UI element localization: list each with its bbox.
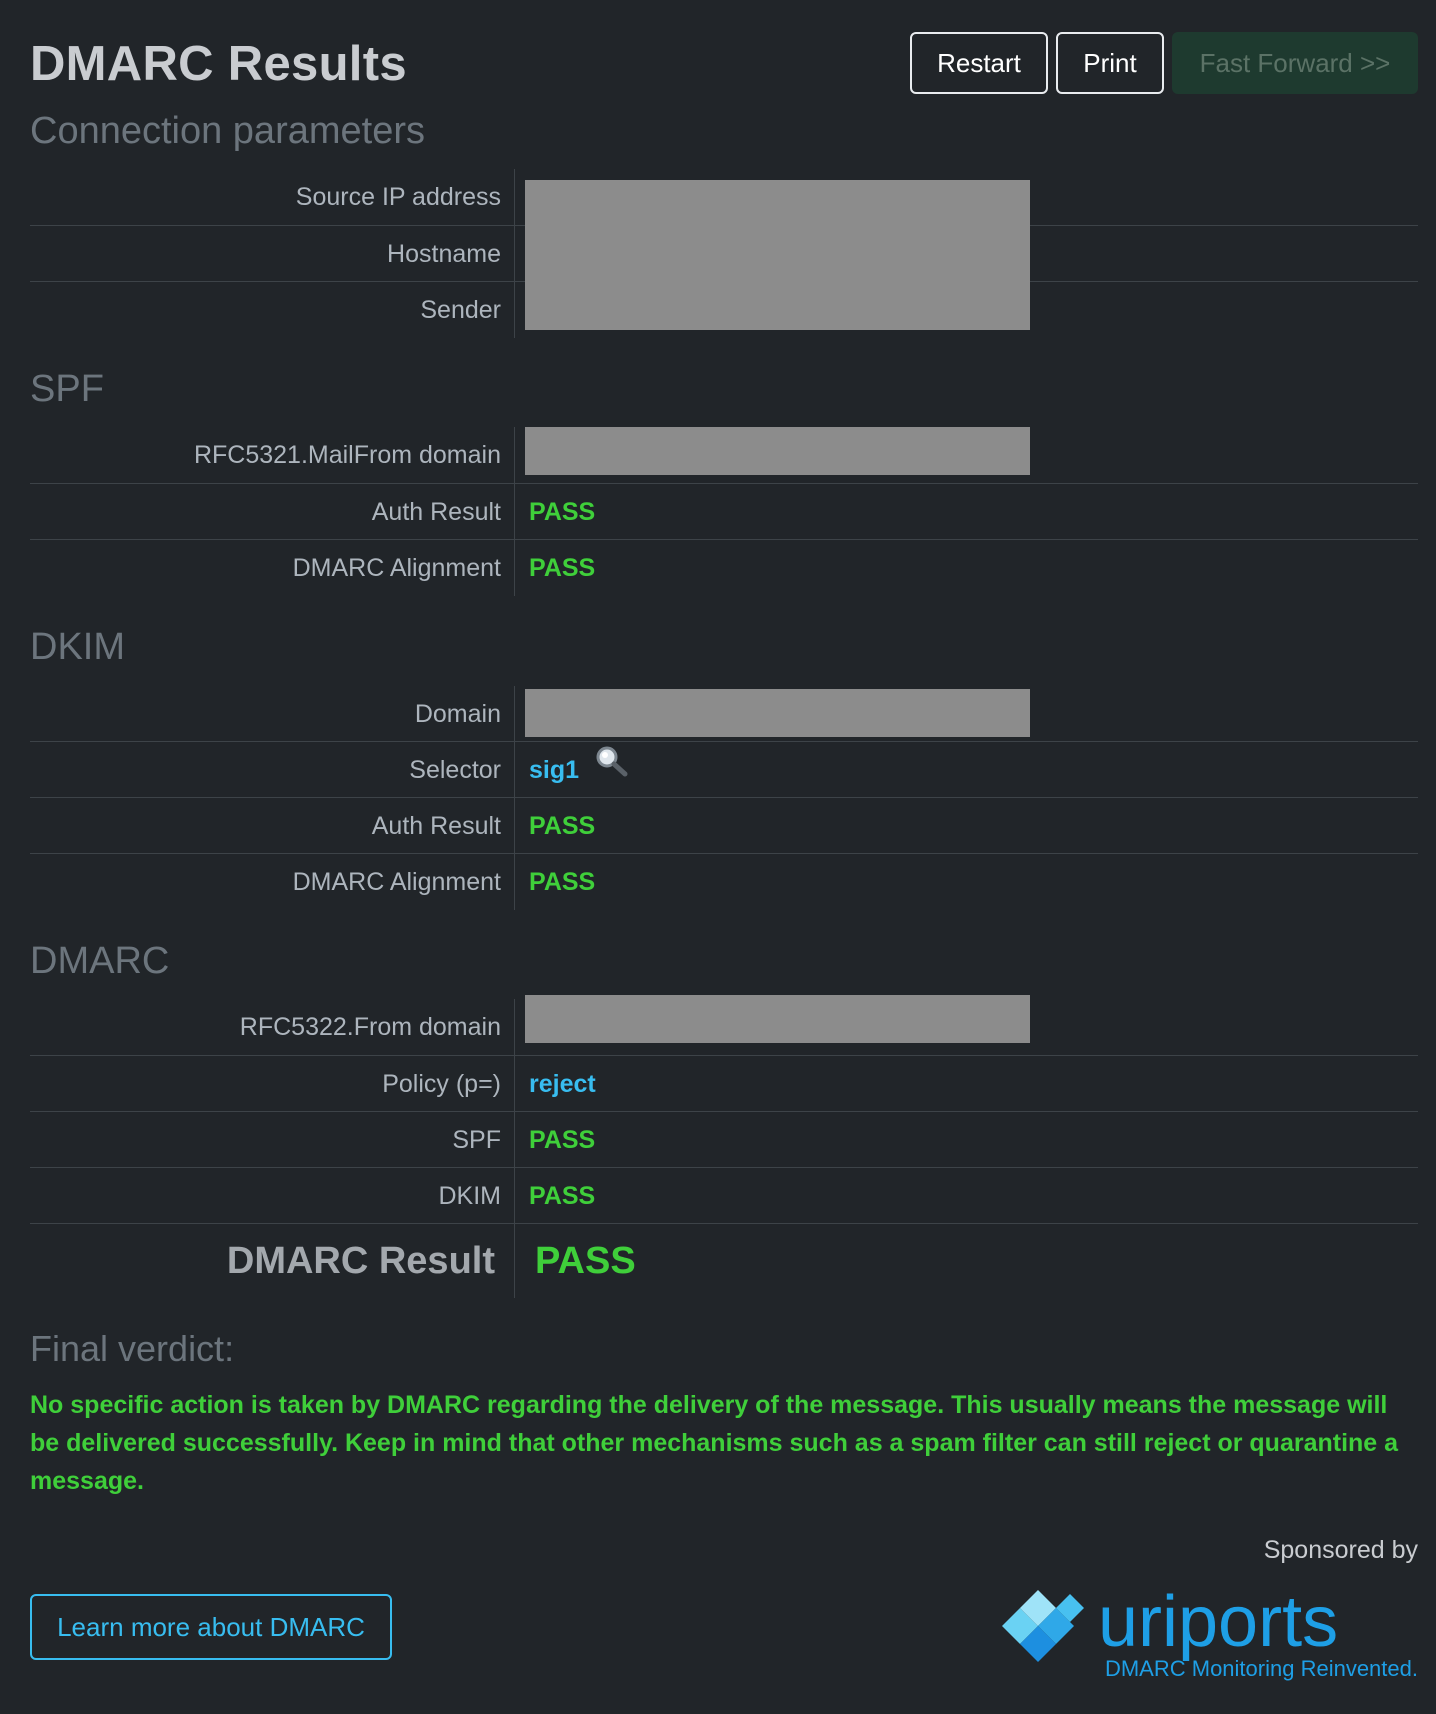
row-dmarc-from: RFC5322.From domain: [30, 995, 1418, 1055]
row-label: Auth Result: [371, 498, 501, 526]
divider: [514, 798, 515, 854]
divider: [514, 854, 515, 910]
uriports-wordmark: uriports: [1098, 1582, 1338, 1662]
magnifier-icon[interactable]: [594, 741, 628, 797]
row-label: Auth Result: [371, 812, 501, 840]
selector-link[interactable]: sig1: [529, 756, 579, 784]
connection-heading: Connection parameters: [30, 110, 425, 152]
page-title: DMARC Results: [30, 37, 407, 91]
row-label: SPF: [452, 1126, 501, 1154]
policy-value[interactable]: reject: [529, 1056, 596, 1112]
row-dkim-selector: Selector sig1: [30, 741, 1418, 798]
row-spf-auth: Auth Result PASS: [30, 483, 1418, 540]
divider: [514, 1056, 515, 1112]
divider: [514, 999, 515, 1055]
divider: [514, 1112, 515, 1168]
row-dmarc-result: DMARC Result PASS: [30, 1223, 1418, 1298]
row-label: DKIM: [438, 1182, 502, 1210]
row-label: RFC5322.From domain: [239, 1013, 501, 1041]
divider: [514, 282, 515, 338]
row-spf-mailfrom: RFC5321.MailFrom domain: [30, 427, 1418, 483]
dmarc-spf-value: PASS: [529, 1126, 596, 1154]
row-label: Hostname: [387, 240, 501, 268]
row-label: Source IP address: [295, 183, 501, 211]
divider: [514, 540, 515, 596]
row-dkim-auth: Auth Result PASS: [30, 797, 1418, 854]
selector-value: sig1: [529, 742, 628, 798]
row-label: Domain: [414, 700, 501, 728]
divider: [514, 169, 515, 225]
row-dmarc-policy: Policy (p=) reject: [30, 1055, 1418, 1112]
row-label: RFC5321.MailFrom domain: [193, 441, 501, 469]
row-spf-alignment: DMARC Alignment PASS: [30, 539, 1418, 596]
divider: [514, 427, 515, 483]
spf-heading: SPF: [30, 368, 104, 410]
redacted-mailfrom-domain: [525, 427, 1030, 475]
row-label: Sender: [420, 296, 501, 324]
dmarc-dkim-value: PASS: [529, 1182, 596, 1210]
uriports-logo-mark: [1002, 1590, 1084, 1662]
verdict-text: No specific action is taken by DMARC reg…: [30, 1391, 1399, 1495]
sponsored-label: Sponsored by: [1263, 1536, 1418, 1564]
redacted-dkim-domain: [525, 689, 1030, 737]
divider: [514, 686, 515, 742]
row-label: DMARC Alignment: [292, 868, 501, 896]
learn-more-button[interactable]: Learn more about DMARC: [30, 1594, 392, 1660]
row-dmarc-spf: SPF PASS: [30, 1111, 1418, 1168]
row-dmarc-dkim: DKIM PASS: [30, 1167, 1418, 1224]
row-label: Policy (p=): [382, 1070, 501, 1098]
toolbar: Restart Print Fast Forward >>: [910, 32, 1418, 94]
row-dkim-domain: Domain: [30, 686, 1418, 742]
dkim-auth-value: PASS: [529, 812, 596, 840]
dmarc-result-value: PASS: [535, 1240, 636, 1282]
dkim-alignment-value: PASS: [529, 868, 596, 896]
dmarc-heading: DMARC: [30, 940, 170, 982]
divider: [514, 1224, 515, 1298]
row-label: DMARC Alignment: [292, 554, 501, 582]
dmarc-result-label: DMARC Result: [226, 1240, 495, 1282]
print-button[interactable]: Print: [1056, 32, 1164, 94]
row-dkim-alignment: DMARC Alignment PASS: [30, 853, 1418, 910]
row-label: Selector: [409, 756, 501, 784]
divider: [514, 226, 515, 282]
divider: [514, 484, 515, 540]
redacted-connection-values: [525, 180, 1030, 330]
fast-forward-button[interactable]: Fast Forward >>: [1172, 32, 1418, 94]
verdict-heading: Final verdict:: [30, 1328, 235, 1369]
spf-alignment-value: PASS: [529, 554, 596, 582]
spf-auth-value: PASS: [529, 498, 596, 526]
tagline: DMARC Monitoring Reinvented.: [1104, 1656, 1418, 1681]
restart-button[interactable]: Restart: [910, 32, 1048, 94]
redacted-from-domain: [525, 995, 1030, 1043]
dkim-heading: DKIM: [30, 626, 125, 668]
divider: [514, 742, 515, 798]
divider: [514, 1168, 515, 1224]
